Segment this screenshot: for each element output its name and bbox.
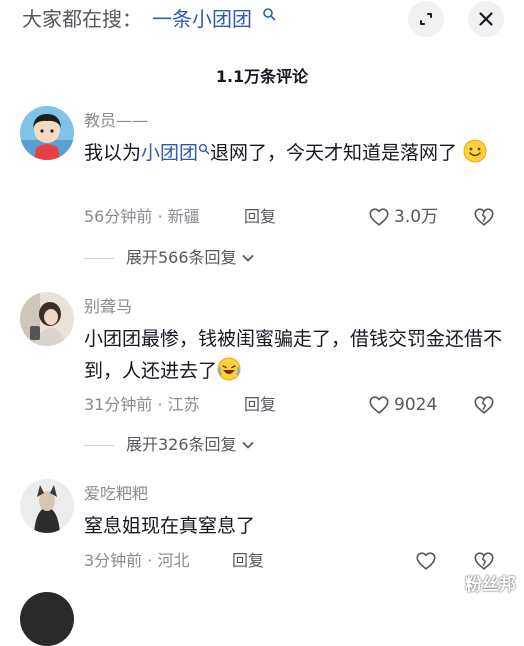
collapse-button[interactable] (408, 1, 444, 37)
expand-divider (84, 444, 114, 446)
comment-location: 河北 (157, 551, 190, 570)
heart-icon (369, 396, 389, 414)
chevron-down-icon (242, 255, 253, 262)
meta-separator: · (142, 551, 158, 570)
comment-search-link[interactable]: 小团团 (141, 142, 198, 164)
dislike-icon (474, 208, 494, 226)
like-count: 9024 (394, 395, 438, 415)
like-button[interactable] (415, 550, 437, 576)
comment-text-part: 窒息姐现在真窒息了 (84, 515, 256, 537)
search-prefix: 大家都在搜： (22, 7, 142, 31)
collapse-icon (420, 13, 432, 25)
avatar[interactable] (20, 292, 74, 346)
dislike-icon (474, 396, 494, 414)
dislike-button[interactable] (472, 206, 496, 232)
meta-separator: · (152, 395, 168, 414)
comment-location: 江苏 (167, 395, 200, 414)
expand-replies-label: 展开326条回复 (126, 435, 237, 454)
like-button[interactable]: 9024 (368, 394, 437, 416)
like-button[interactable]: 3.0万 (368, 206, 438, 228)
comment-text-part: 我以为 (84, 142, 142, 164)
dislike-button[interactable] (472, 394, 496, 420)
comment-meta: 31分钟前 · 江苏 (84, 394, 200, 416)
dislike-icon (474, 552, 494, 570)
laugh-emoji (217, 357, 241, 381)
comment-text-part: 退网了，今天才知道是落网了 (210, 142, 458, 164)
comment-location: 新疆 (167, 207, 200, 226)
heart-icon (416, 552, 436, 570)
comment-text: 我以为小团团 退网了，今天才知道是落网了 (84, 137, 504, 169)
expand-replies-label: 展开566条回复 (126, 248, 237, 267)
search-suggestion-link[interactable]: 一条小团团 (152, 6, 252, 32)
close-button[interactable] (468, 1, 504, 37)
comment-username[interactable]: 爱吃粑粑 (84, 483, 148, 505)
search-icon (263, 8, 276, 21)
comment-text-part: 小团团最惨，钱被闺蜜骗走了，借钱交罚金还借不到，人还进去了 (84, 328, 503, 382)
avatar[interactable] (20, 479, 74, 533)
comment-text: 小团团最惨，钱被闺蜜骗走了，借钱交罚金还借不到，人还进去了 (84, 323, 504, 387)
avatar[interactable] (20, 592, 74, 646)
expand-replies-button[interactable]: 展开566条回复 (84, 247, 255, 269)
comment-username[interactable]: 教员—— (84, 110, 148, 132)
meta-separator: · (152, 207, 168, 226)
comment-text: 窒息姐现在真窒息了 (84, 510, 504, 542)
comment-time: 3分钟前 (84, 551, 143, 570)
smile-emoji (463, 139, 487, 163)
expand-replies-button[interactable]: 展开326条回复 (84, 434, 255, 456)
comment-meta: 56分钟前 · 新疆 (84, 206, 200, 228)
expand-divider (84, 257, 114, 259)
close-icon (479, 12, 493, 26)
reply-button[interactable]: 回复 (244, 394, 276, 416)
avatar[interactable] (20, 106, 74, 160)
comment-time: 31分钟前 (84, 395, 153, 414)
like-count: 3.0万 (394, 207, 439, 227)
comment-meta: 3分钟前 · 河北 (84, 550, 189, 572)
reply-button[interactable]: 回复 (232, 550, 264, 572)
search-icon (198, 143, 210, 155)
heart-icon (369, 208, 389, 226)
watermark: 粉丝邦 (465, 575, 516, 595)
comment-username[interactable]: 别聋马 (84, 296, 132, 318)
comment-count-title: 1.1万条评论 (215, 67, 309, 86)
comment-time: 56分钟前 (84, 207, 153, 226)
reply-button[interactable]: 回复 (244, 206, 276, 228)
chevron-down-icon (242, 442, 253, 449)
